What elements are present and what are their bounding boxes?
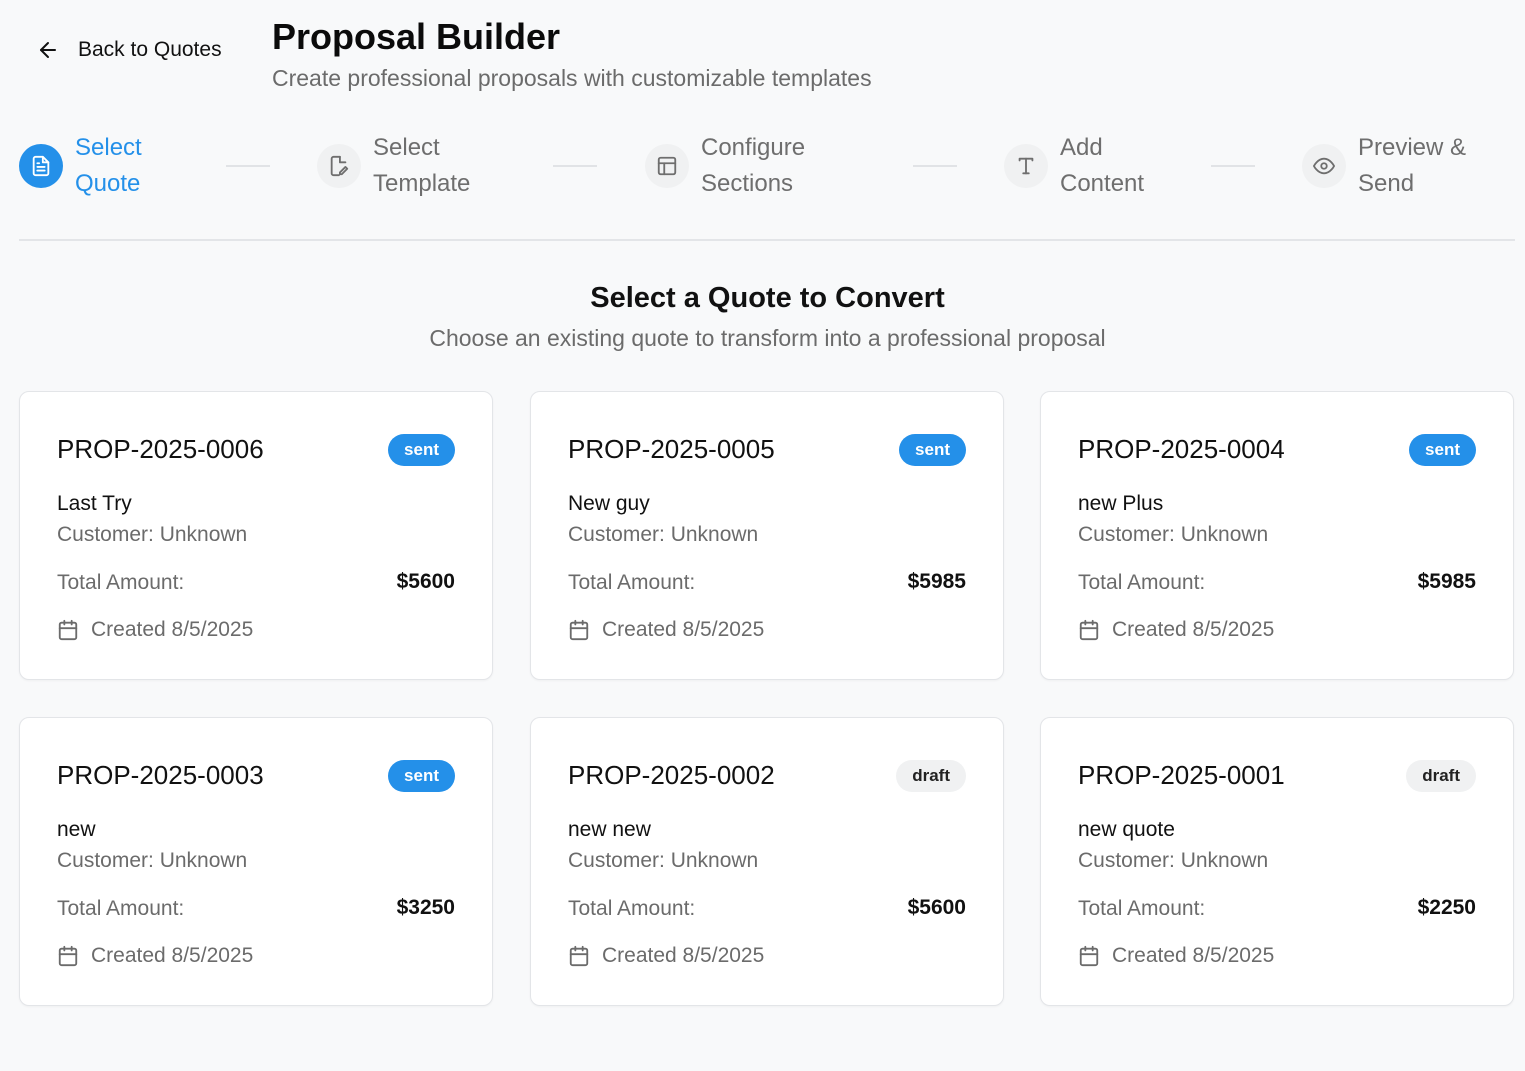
step-icon-circle: [1004, 144, 1048, 188]
total-amount-label: Total Amount:: [57, 897, 185, 920]
quote-card[interactable]: PROP-2025-0002 draft new new Customer: U…: [530, 717, 1004, 1006]
section-subtitle: Choose an existing quote to transform in…: [429, 325, 1106, 351]
quote-customer: Customer: Unknown: [1078, 849, 1269, 872]
created-date: Created 8/5/2025: [568, 944, 764, 968]
quote-number: PROP-2025-0001: [1078, 760, 1285, 790]
quote-number: PROP-2025-0002: [568, 760, 775, 790]
quote-number: PROP-2025-0004: [1078, 434, 1285, 464]
section-title: Select a Quote to Convert: [590, 282, 945, 314]
eye-icon: [1313, 157, 1335, 175]
created-date-text: Created 8/5/2025: [602, 944, 765, 967]
step-connector: [1211, 165, 1255, 167]
total-amount-label: Total Amount:: [57, 571, 185, 594]
created-date: Created 8/5/2025: [57, 944, 253, 968]
created-date-text: Created 8/5/2025: [1112, 944, 1275, 967]
total-amount-label: Total Amount:: [1078, 571, 1206, 594]
quote-name: new: [57, 818, 96, 841]
calendar-icon: [58, 619, 78, 641]
step-connector: [913, 165, 957, 167]
step-icon-circle: [317, 144, 361, 188]
step-icon-circle: [19, 144, 63, 188]
quote-name: Last Try: [57, 492, 132, 515]
created-date-text: Created 8/5/2025: [1112, 618, 1275, 641]
total-amount-value: $3250: [396, 896, 455, 919]
calendar-icon: [58, 945, 78, 967]
back-to-quotes-button[interactable]: Back to Quotes: [36, 38, 222, 62]
quote-card[interactable]: PROP-2025-0003 sent new Customer: Unknow…: [19, 717, 493, 1006]
proposal-builder-page: Back to Quotes Proposal Builder Create p…: [0, 0, 1525, 1071]
status-badge: draft: [1406, 760, 1476, 792]
calendar-icon: [569, 945, 589, 967]
page-subtitle: Create professional proposals with custo…: [272, 65, 872, 91]
step-connector: [226, 165, 270, 167]
total-amount-value: $2250: [1417, 896, 1476, 919]
quote-name: new new: [568, 818, 651, 841]
status-badge: sent: [388, 760, 455, 792]
step-label: Add Content: [1060, 134, 1145, 197]
created-date-text: Created 8/5/2025: [602, 618, 765, 641]
step-label: Configure Sections: [701, 134, 806, 197]
step-select-template[interactable]: Select Template: [317, 130, 503, 202]
type-icon: [1018, 157, 1034, 175]
calendar-icon: [1079, 619, 1099, 641]
quote-card[interactable]: PROP-2025-0004 sent new Plus Customer: U…: [1040, 391, 1514, 680]
total-amount-label: Total Amount:: [568, 897, 696, 920]
quote-number: PROP-2025-0006: [57, 434, 264, 464]
quote-customer: Customer: Unknown: [568, 523, 759, 546]
total-amount-value: $5985: [907, 570, 966, 593]
step-label: Select Quote: [75, 134, 142, 197]
step-label: Preview & Send: [1358, 134, 1467, 197]
step-label: Select Template: [373, 134, 471, 197]
total-amount-label: Total Amount:: [1078, 897, 1206, 920]
total-amount-value: $5600: [396, 570, 455, 593]
edit-document-icon: [330, 155, 349, 177]
quote-name: new Plus: [1078, 492, 1164, 515]
quote-customer: Customer: Unknown: [57, 523, 248, 546]
quote-customer: Customer: Unknown: [1078, 523, 1269, 546]
created-date: Created 8/5/2025: [568, 618, 764, 642]
step-select-quote[interactable]: Select Quote: [19, 130, 185, 202]
created-date: Created 8/5/2025: [1078, 944, 1274, 968]
step-icon-circle: [1302, 144, 1346, 188]
status-badge: draft: [896, 760, 966, 792]
calendar-icon: [569, 619, 589, 641]
created-date-text: Created 8/5/2025: [91, 944, 254, 967]
quote-name: New guy: [568, 492, 650, 515]
status-badge: sent: [388, 434, 455, 466]
quote-number: PROP-2025-0003: [57, 760, 264, 790]
quote-name: new quote: [1078, 818, 1175, 841]
created-date: Created 8/5/2025: [57, 618, 253, 642]
quote-card[interactable]: PROP-2025-0005 sent New guy Customer: Un…: [530, 391, 1004, 680]
header-divider: [19, 239, 1515, 241]
back-button-label: Back to Quotes: [78, 38, 222, 61]
total-amount-value: $5985: [1417, 570, 1476, 593]
page-title: Proposal Builder: [272, 16, 561, 57]
quote-customer: Customer: Unknown: [568, 849, 759, 872]
layout-icon: [657, 156, 677, 176]
file-text-icon: [32, 155, 50, 177]
quote-card[interactable]: PROP-2025-0006 sent Last Try Customer: U…: [19, 391, 493, 680]
status-badge: sent: [1409, 434, 1476, 466]
created-date: Created 8/5/2025: [1078, 618, 1274, 642]
step-add-content[interactable]: Add Content: [1004, 130, 1160, 202]
step-connector: [553, 165, 597, 167]
step-icon-circle: [645, 144, 689, 188]
quote-number: PROP-2025-0005: [568, 434, 775, 464]
total-amount-value: $5600: [907, 896, 966, 919]
status-badge: sent: [899, 434, 966, 466]
step-preview-send[interactable]: Preview & Send: [1302, 130, 1498, 202]
quote-customer: Customer: Unknown: [57, 849, 248, 872]
total-amount-label: Total Amount:: [568, 571, 696, 594]
calendar-icon: [1079, 945, 1099, 967]
arrow-left-icon: [40, 42, 56, 58]
step-configure-sections[interactable]: Configure Sections: [645, 130, 841, 202]
quote-card[interactable]: PROP-2025-0001 draft new quote Customer:…: [1040, 717, 1514, 1006]
progress-stepper: Select Quote Select Template Configure S…: [0, 130, 1525, 210]
created-date-text: Created 8/5/2025: [91, 618, 254, 641]
